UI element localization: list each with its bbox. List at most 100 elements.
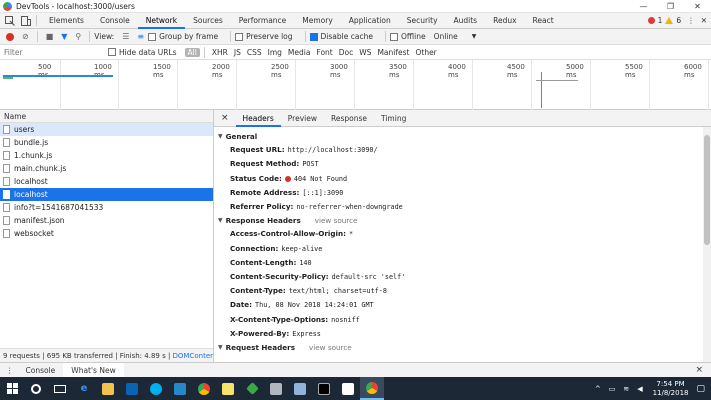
chrome-active-icon[interactable] bbox=[360, 377, 384, 400]
file-explorer-icon[interactable] bbox=[96, 377, 120, 400]
filter-type-manifest[interactable]: Manifest bbox=[374, 48, 412, 57]
column-header-name[interactable]: Name bbox=[0, 110, 213, 123]
filter-type-img[interactable]: Img bbox=[265, 48, 285, 57]
request-row[interactable]: info?t=1541687041533 bbox=[0, 201, 213, 214]
filter-type-js[interactable]: JS bbox=[231, 48, 244, 57]
issue-counters[interactable]: 1 6 ⋮ ✕ bbox=[647, 16, 711, 25]
chevron-down-icon: ▼ bbox=[471, 33, 477, 40]
wifi-icon[interactable]: ≋ bbox=[623, 385, 629, 393]
tab-console[interactable]: Console bbox=[92, 13, 138, 29]
tab-elements[interactable]: Elements bbox=[41, 13, 92, 29]
checkbox-checked-icon bbox=[309, 32, 318, 41]
timeline-overview[interactable]: 500 ms 1000 ms 1500 ms 2000 ms 2500 ms 3… bbox=[0, 60, 711, 110]
filter-type-media[interactable]: Media bbox=[285, 48, 314, 57]
screenshot-icon[interactable]: ■ bbox=[46, 32, 54, 41]
request-row-selected[interactable]: localhost bbox=[0, 188, 213, 201]
details-scrollbar[interactable] bbox=[703, 127, 711, 362]
drawer-close-button[interactable]: × bbox=[695, 365, 703, 375]
drawer-tab-whats-new[interactable]: What's New bbox=[63, 362, 124, 378]
skype-icon[interactable] bbox=[144, 377, 168, 400]
app-leaf-icon[interactable] bbox=[336, 377, 360, 400]
waterfall-icon[interactable]: ≡ bbox=[137, 32, 144, 41]
filter-icon[interactable]: ▼ bbox=[61, 32, 67, 41]
clear-icon[interactable]: ⊘ bbox=[22, 32, 29, 41]
tab-sources[interactable]: Sources bbox=[185, 13, 231, 29]
response-headers-section-toggle[interactable]: ▼ Response Headers view source bbox=[218, 214, 711, 227]
clock[interactable]: 7:54 PM 11/8/2018 bbox=[653, 380, 689, 398]
domcontent-link[interactable]: DOMContent… bbox=[173, 352, 213, 360]
request-row[interactable]: users bbox=[0, 123, 213, 136]
tray-overflow-icon[interactable]: ^ bbox=[595, 385, 601, 393]
sticky-notes-icon[interactable] bbox=[216, 377, 240, 400]
view-source-link[interactable]: view source bbox=[309, 341, 352, 354]
tab-application[interactable]: Application bbox=[341, 13, 399, 29]
preserve-log-checkbox[interactable]: Preserve log bbox=[235, 32, 293, 41]
vscode-icon[interactable] bbox=[168, 377, 192, 400]
hide-data-urls-checkbox[interactable]: Hide data URLs bbox=[108, 48, 177, 57]
outlook-icon[interactable] bbox=[120, 377, 144, 400]
chrome-icon[interactable] bbox=[192, 377, 216, 400]
volume-icon[interactable]: ◀ bbox=[637, 385, 642, 393]
request-row[interactable]: bundle.js bbox=[0, 136, 213, 149]
more-options-icon[interactable]: ⋮ bbox=[687, 16, 695, 25]
tab-response[interactable]: Response bbox=[324, 110, 374, 127]
app-blue-icon[interactable] bbox=[288, 377, 312, 400]
close-details-button[interactable]: × bbox=[214, 110, 236, 127]
notifications-icon[interactable]: ▢ bbox=[696, 384, 705, 394]
terminal-icon[interactable] bbox=[312, 377, 336, 400]
group-by-frame-checkbox[interactable]: Group by frame bbox=[148, 32, 218, 41]
request-row[interactable]: 1.chunk.js bbox=[0, 149, 213, 162]
tab-audits[interactable]: Audits bbox=[446, 13, 486, 29]
record-button[interactable] bbox=[6, 32, 14, 41]
filter-type-font[interactable]: Font bbox=[313, 48, 335, 57]
checkbox-icon bbox=[389, 32, 398, 41]
filter-type-other[interactable]: Other bbox=[412, 48, 439, 57]
battery-icon[interactable]: ▭ bbox=[609, 385, 616, 393]
request-headers-section-toggle[interactable]: ▼ Request Headers view source bbox=[218, 341, 711, 354]
request-row[interactable]: localhost bbox=[0, 175, 213, 188]
request-row[interactable]: main.chunk.js bbox=[0, 162, 213, 175]
general-section-toggle[interactable]: ▼ General bbox=[218, 130, 711, 143]
inspect-element-icon[interactable] bbox=[4, 15, 16, 27]
header-value: * bbox=[348, 230, 354, 239]
tab-timing[interactable]: Timing bbox=[374, 110, 413, 127]
tab-headers[interactable]: Headers bbox=[235, 110, 281, 127]
request-row[interactable]: manifest.json bbox=[0, 214, 213, 227]
edge-icon[interactable]: e bbox=[72, 377, 96, 400]
tab-preview[interactable]: Preview bbox=[281, 110, 324, 127]
tab-redux[interactable]: Redux bbox=[485, 13, 524, 29]
filter-input[interactable] bbox=[0, 45, 98, 59]
tab-memory[interactable]: Memory bbox=[294, 13, 341, 29]
tab-security[interactable]: Security bbox=[399, 13, 446, 29]
throttle-select[interactable]: Online ▼ bbox=[434, 32, 477, 41]
start-button[interactable] bbox=[0, 377, 24, 400]
disable-cache-checkbox[interactable]: Disable cache bbox=[309, 32, 373, 41]
app-tool-icon[interactable] bbox=[264, 377, 288, 400]
search-icon[interactable]: ⚲ bbox=[75, 32, 81, 41]
cortana-icon[interactable] bbox=[24, 377, 48, 400]
tab-network[interactable]: Network bbox=[137, 13, 186, 29]
tab-performance[interactable]: Performance bbox=[231, 13, 295, 29]
file-icon bbox=[3, 138, 10, 147]
drawer-tab-console[interactable]: Console bbox=[18, 363, 64, 378]
device-toolbar-icon[interactable] bbox=[20, 15, 32, 27]
tab-react[interactable]: React bbox=[525, 13, 562, 29]
close-button[interactable]: ✕ bbox=[684, 2, 711, 11]
offline-checkbox[interactable]: Offline bbox=[389, 32, 426, 41]
close-devtools-icon[interactable]: ✕ bbox=[701, 16, 707, 25]
filter-type-ws[interactable]: WS bbox=[356, 48, 374, 57]
large-rows-icon[interactable]: ☰ bbox=[122, 32, 129, 41]
header-value: default-src 'self' bbox=[331, 273, 406, 282]
task-view-icon[interactable] bbox=[48, 377, 72, 400]
filter-type-xhr[interactable]: XHR bbox=[209, 48, 231, 57]
maximize-button[interactable]: ❐ bbox=[657, 2, 684, 11]
drawer-menu-icon[interactable]: ⋮ bbox=[6, 366, 14, 375]
scrollbar-thumb[interactable] bbox=[704, 135, 710, 245]
app-green-icon[interactable] bbox=[240, 377, 264, 400]
filter-type-doc[interactable]: Doc bbox=[336, 48, 357, 57]
view-source-link[interactable]: view source bbox=[315, 214, 358, 227]
request-row[interactable]: websocket bbox=[0, 227, 213, 240]
filter-type-all[interactable]: All bbox=[184, 47, 200, 57]
filter-type-css[interactable]: CSS bbox=[244, 48, 265, 57]
minimize-button[interactable]: — bbox=[630, 2, 657, 11]
